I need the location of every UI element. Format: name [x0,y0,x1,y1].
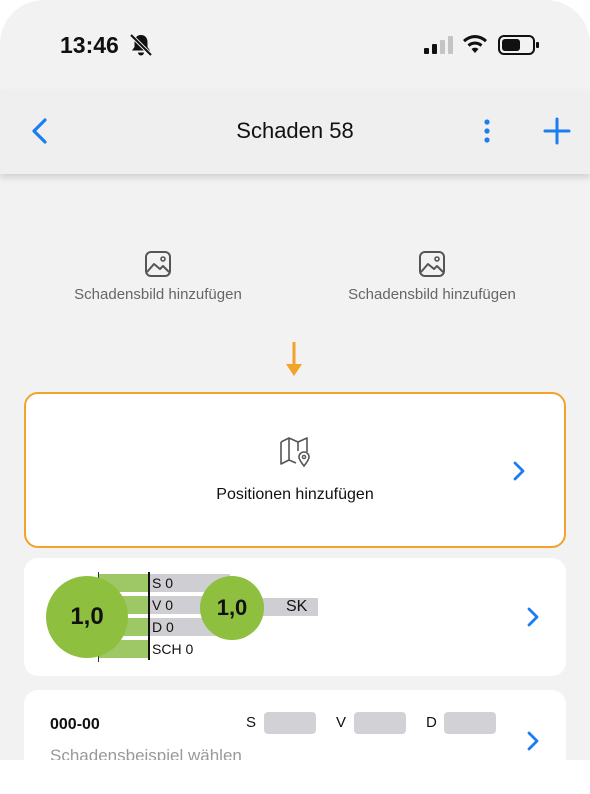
example-hint: Schadensbeispiel wählen [50,746,242,760]
status-bar: 13:46 [0,0,590,90]
field-letter: D [426,714,437,731]
main-score-badge: 1,0 [46,576,128,658]
image-icon [145,251,171,277]
vertical-ellipsis-icon[interactable] [475,114,499,148]
add-damage-photo-button[interactable]: Schadensbild hinzufügen [38,250,278,303]
sk-label: SK [286,598,308,615]
field-letter: S [246,714,257,731]
arrow-down-icon [286,342,302,376]
positions-label: Positionen hinzufügen [216,486,374,503]
chevron-right-icon [513,461,525,481]
rating-row-label: V 0 [152,597,174,613]
status-time: 13:46 [60,32,119,58]
chevron-right-icon [527,607,539,627]
wifi-icon [463,35,487,53]
cellular-signal-icon [424,36,453,54]
phone-screen: 13:46 Schaden 58 Schadensbild hinzufügen… [0,0,590,760]
rating-row-label: SCH 0 [152,641,194,657]
rating-row-label: D 0 [152,619,174,635]
image-icon [419,251,445,277]
damage-rating-card[interactable]: S 0 V 0 D 0 SCH 0 SK 1,0 1,0 [24,558,566,676]
add-photo-label: Schadensbild hinzufügen [74,286,242,303]
rating-row-label: S 0 [152,575,174,591]
field-letter: V [336,714,347,731]
d-value-field [444,712,496,734]
add-positions-card[interactable]: Positionen hinzufügen [24,392,566,548]
map-pin-icon [280,437,310,468]
plus-icon[interactable] [540,114,574,148]
v-value-field [354,712,406,734]
page-title: Schaden 58 [236,118,354,143]
add-photo-label: Schadensbild hinzufügen [348,286,516,303]
damage-example-card[interactable]: 000-00 S V D Schadensbeispiel wählen [24,690,566,760]
add-damage-photo-button[interactable]: Schadensbild hinzufügen [312,250,552,303]
s-value-field [264,712,316,734]
chevron-right-icon [527,731,539,751]
secondary-score-badge: 1,0 [200,576,264,640]
rating-divider [148,572,150,660]
damage-code: 000-00 [50,716,100,733]
navigation-bar: Schaden 58 [0,90,590,174]
battery-icon [498,35,539,55]
bell-slash-icon [129,33,153,57]
